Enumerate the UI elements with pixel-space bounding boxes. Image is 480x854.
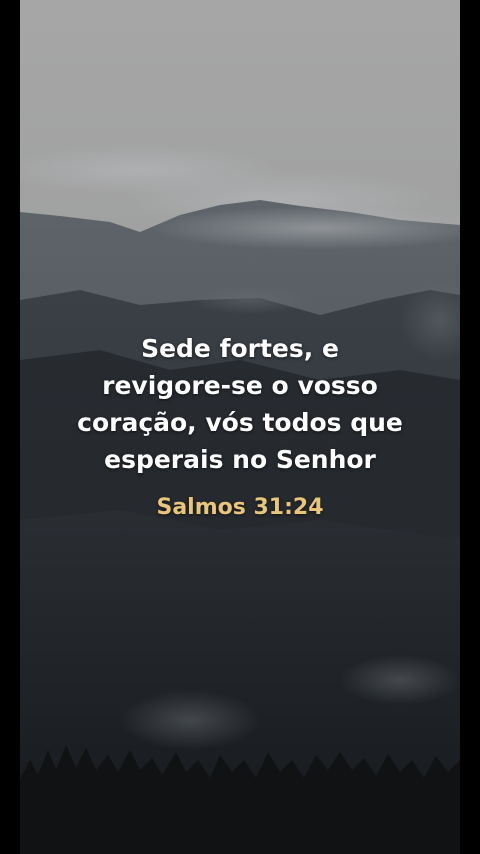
letterbox-right bbox=[460, 0, 480, 854]
verse-text: Sede fortes, e revigore-se o vosso coraç… bbox=[40, 330, 440, 478]
verse-line: esperais no Senhor bbox=[104, 445, 376, 474]
verse-line: revigore-se o vosso bbox=[102, 371, 378, 400]
verse-reference: Salmos 31:24 bbox=[156, 495, 324, 520]
letterbox-left bbox=[0, 0, 20, 854]
verse-line: coração, vós todos que bbox=[77, 408, 403, 437]
verse-line: Sede fortes, e bbox=[141, 334, 339, 363]
